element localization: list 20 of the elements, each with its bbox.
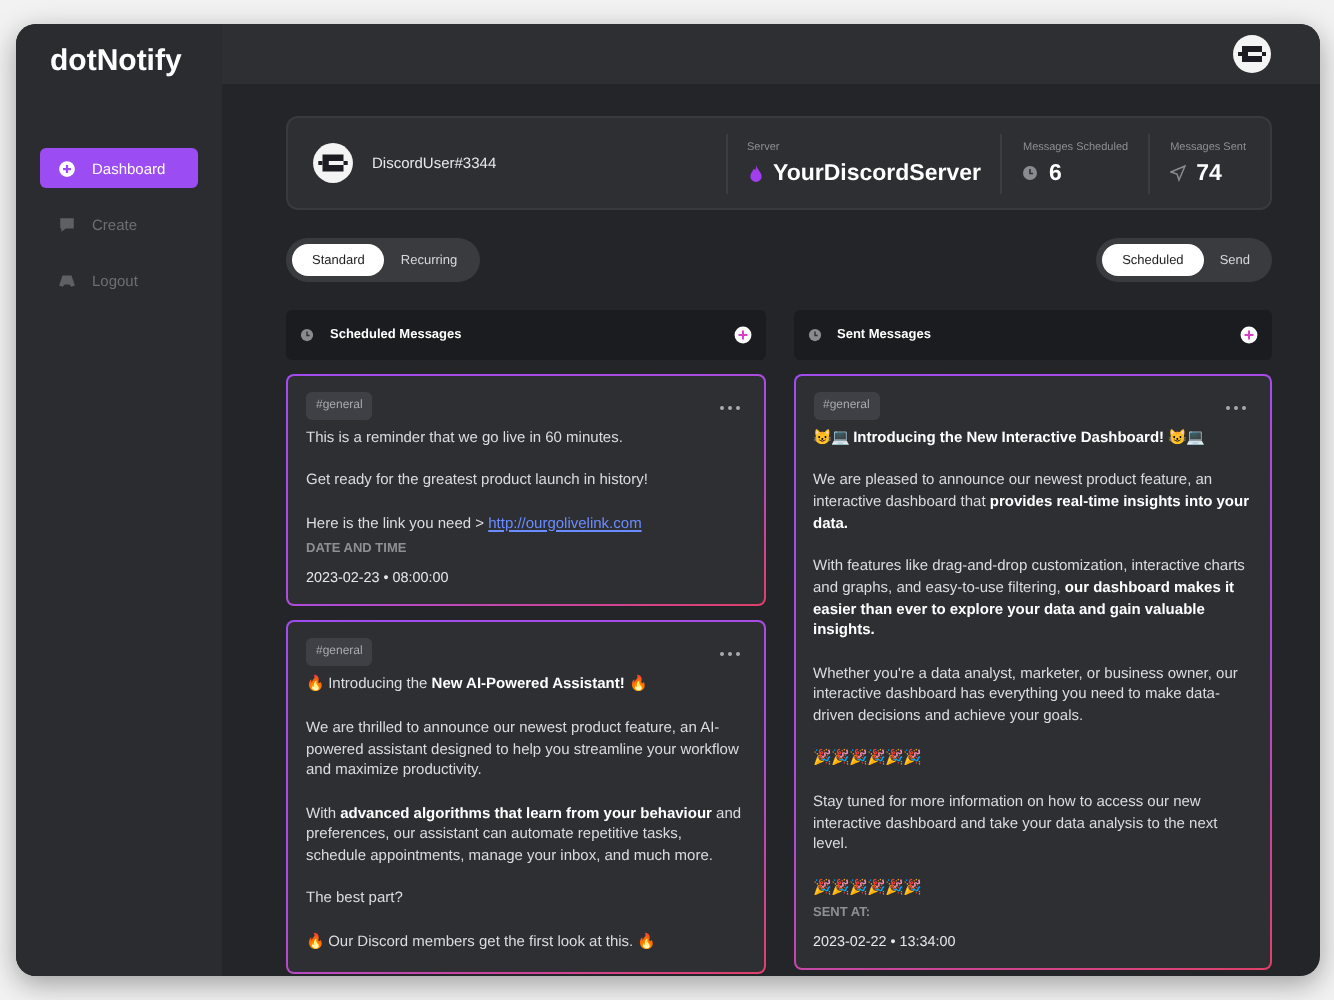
add-button[interactable] — [1240, 326, 1258, 344]
more-icon — [1224, 404, 1248, 412]
stat-value: 6 — [1048, 161, 1062, 185]
flame-icon — [747, 164, 764, 182]
paper-plane-icon — [1170, 164, 1187, 182]
add-button[interactable] — [733, 326, 751, 344]
avatar-icon — [1232, 34, 1272, 74]
more-icon — [717, 650, 741, 659]
clock-icon — [300, 328, 314, 342]
avatar-icon — [312, 142, 354, 184]
more-button[interactable] — [1220, 400, 1252, 412]
clock-icon — [807, 328, 821, 342]
more-icon — [717, 404, 741, 412]
app-logo: dotNotify — [50, 44, 182, 82]
stat-value: YourDiscordServer — [773, 161, 981, 185]
clock-icon — [1022, 164, 1039, 182]
plus-circle-icon — [58, 159, 76, 177]
gamepad-icon — [58, 271, 76, 289]
chat-icon — [58, 215, 76, 233]
stat-value: 74 — [1196, 161, 1222, 185]
